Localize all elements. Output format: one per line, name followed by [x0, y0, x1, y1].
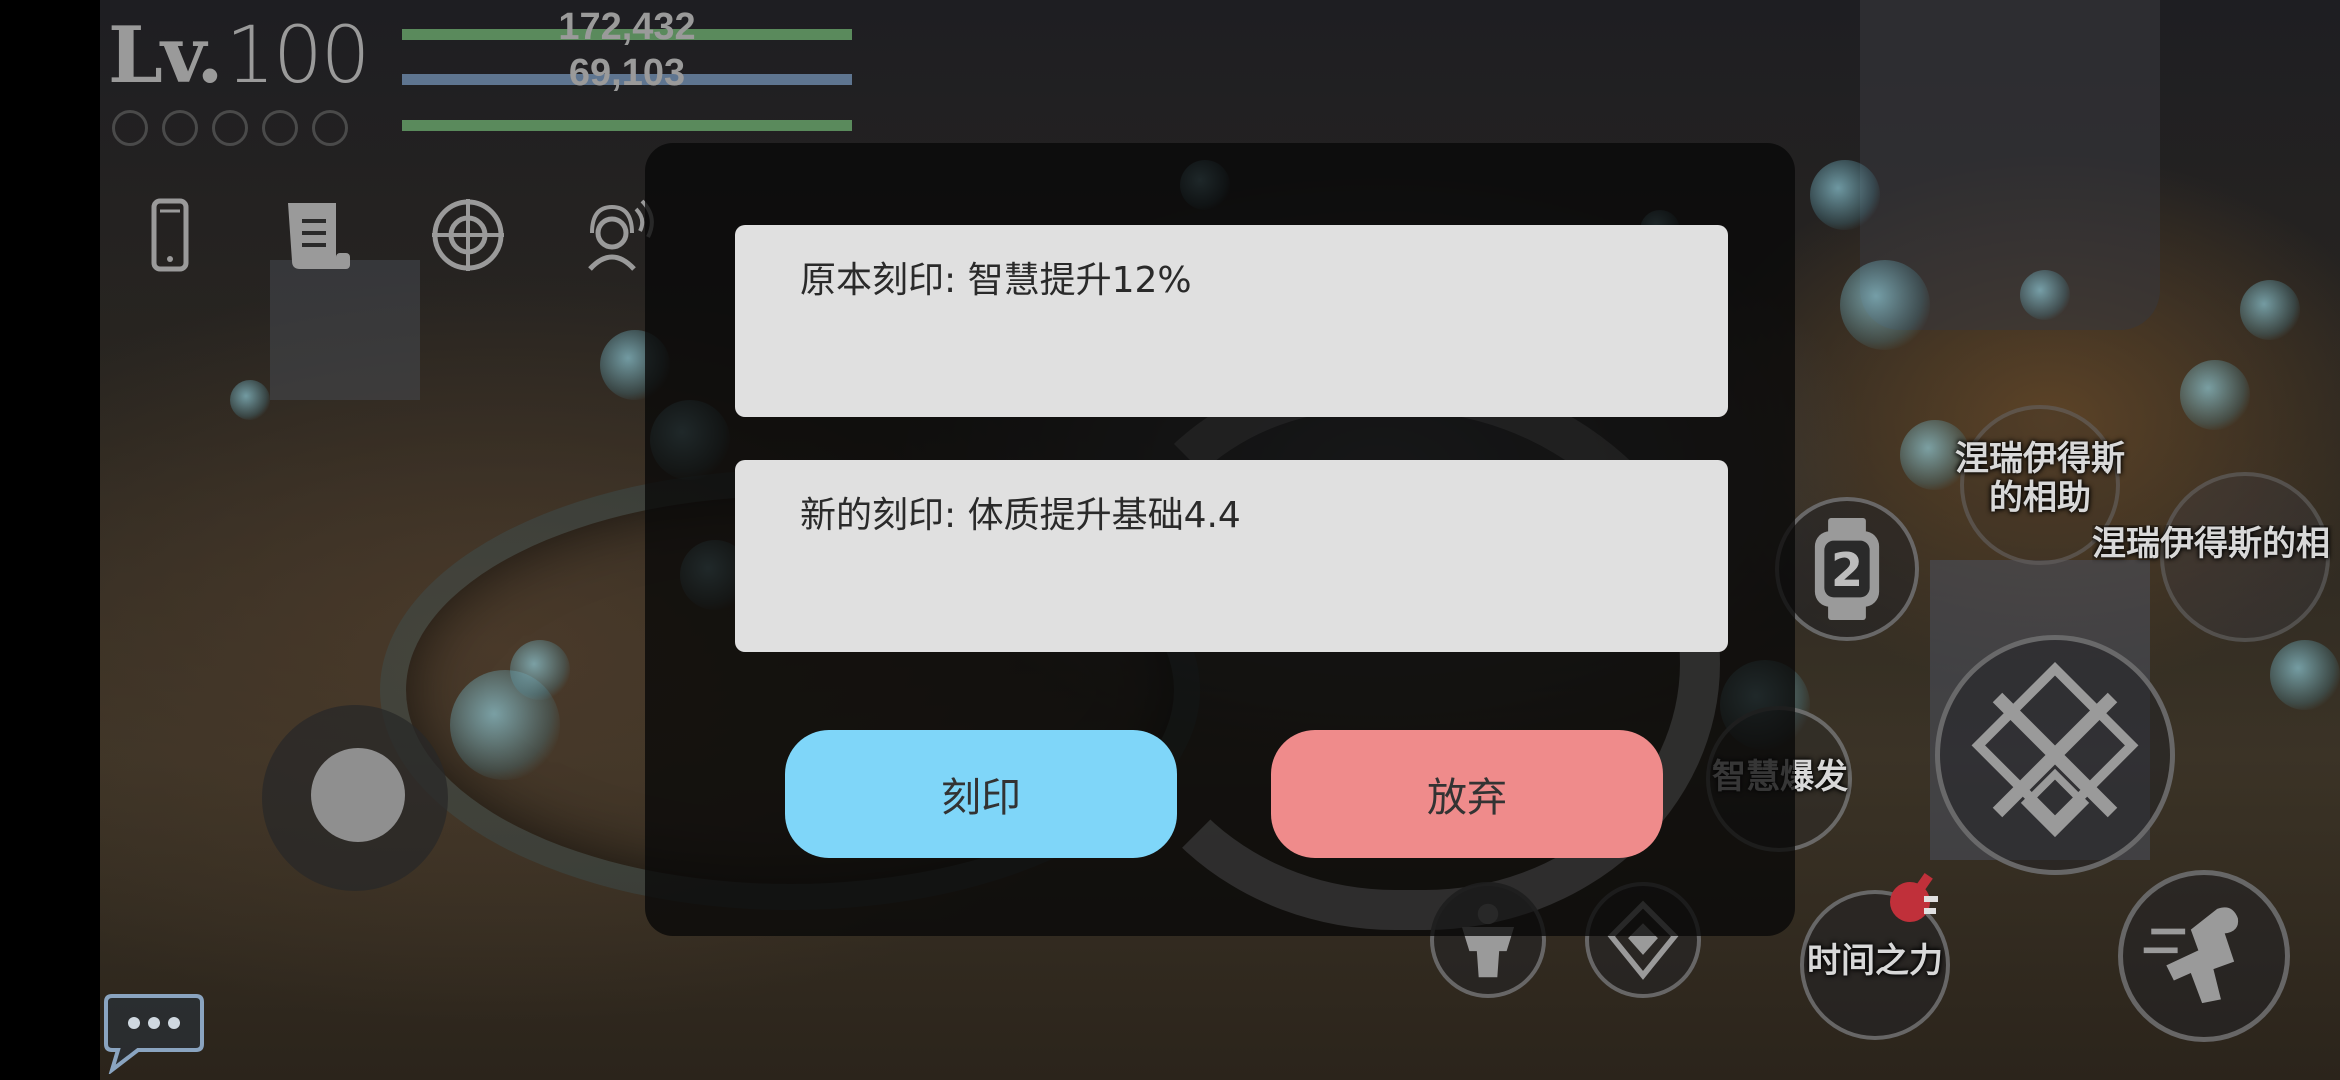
spirit-orb: [2180, 360, 2250, 430]
screen-edge-bar: [0, 0, 100, 1080]
buff-slot: [312, 110, 348, 146]
spirit-orb: [2240, 280, 2300, 340]
spirit-orb: [2270, 640, 2340, 710]
running-figure-icon: [2143, 907, 2239, 1004]
watch-skill-number: 2: [1830, 543, 1863, 597]
buff-slots: [112, 110, 348, 146]
phone-icon[interactable]: [130, 195, 210, 275]
scroll-icon[interactable]: [278, 195, 358, 275]
skill-watch[interactable]: 2: [1775, 497, 1919, 641]
chat-bubble-icon: [104, 994, 204, 1076]
skill-nereides-help-2-label: 涅瑞伊得斯的相: [2092, 525, 2330, 564]
potion-icon: [1884, 870, 1940, 926]
skill-nereides-help-1-line1: 涅瑞伊得斯: [1955, 439, 2125, 479]
spirit-orb: [1840, 260, 1930, 350]
buff-slot: [212, 110, 248, 146]
skill-nereides-help-1-label: 涅瑞伊得斯 的相助: [1940, 439, 2140, 519]
spirit-orb: [510, 640, 570, 700]
joystick-knob[interactable]: [311, 748, 405, 842]
level-prefix: Lv.: [108, 10, 223, 101]
stone-pillar: [270, 260, 420, 400]
crosshair-icon[interactable]: [428, 195, 508, 275]
new-engraving-card: 新的刻印: 体质提升基础4.4: [735, 460, 1728, 652]
skill-nereides-help-1-line2: 的相助: [1989, 478, 2091, 519]
main-attack-button[interactable]: [1935, 635, 2175, 875]
discard-button[interactable]: 放弃: [1271, 730, 1663, 858]
buff-slot: [162, 110, 198, 146]
buff-slot: [112, 110, 148, 146]
level-value: 100: [225, 11, 370, 101]
crossed-swords-icon: [1971, 661, 2139, 838]
hp-value: 172,432: [558, 6, 696, 48]
original-engraving-card: 原本刻印: 智慧提升12%: [735, 225, 1728, 417]
buff-slot: [262, 110, 298, 146]
new-engraving-text: 新的刻印: 体质提升基础4.4: [800, 495, 1241, 536]
exp-bar: [402, 120, 852, 131]
engrave-button[interactable]: 刻印: [785, 730, 1177, 858]
skill-time-power-label: 时间之力: [1807, 941, 1943, 981]
spirit-orb: [2020, 270, 2070, 320]
engraving-dialog: 原本刻印: 智慧提升12% 新的刻印: 体质提升基础4.4 刻印 放弃: [645, 143, 1795, 936]
dash-button[interactable]: [2118, 870, 2290, 1042]
player-level: Lv. 100: [108, 10, 370, 101]
original-engraving-text: 原本刻印: 智慧提升12%: [800, 260, 1192, 301]
spirit-orb: [1810, 160, 1880, 230]
mp-value: 69,103: [568, 52, 686, 94]
exp-bar-fill: [402, 120, 852, 131]
spirit-orb: [230, 380, 270, 420]
chat-button[interactable]: [104, 990, 204, 1076]
